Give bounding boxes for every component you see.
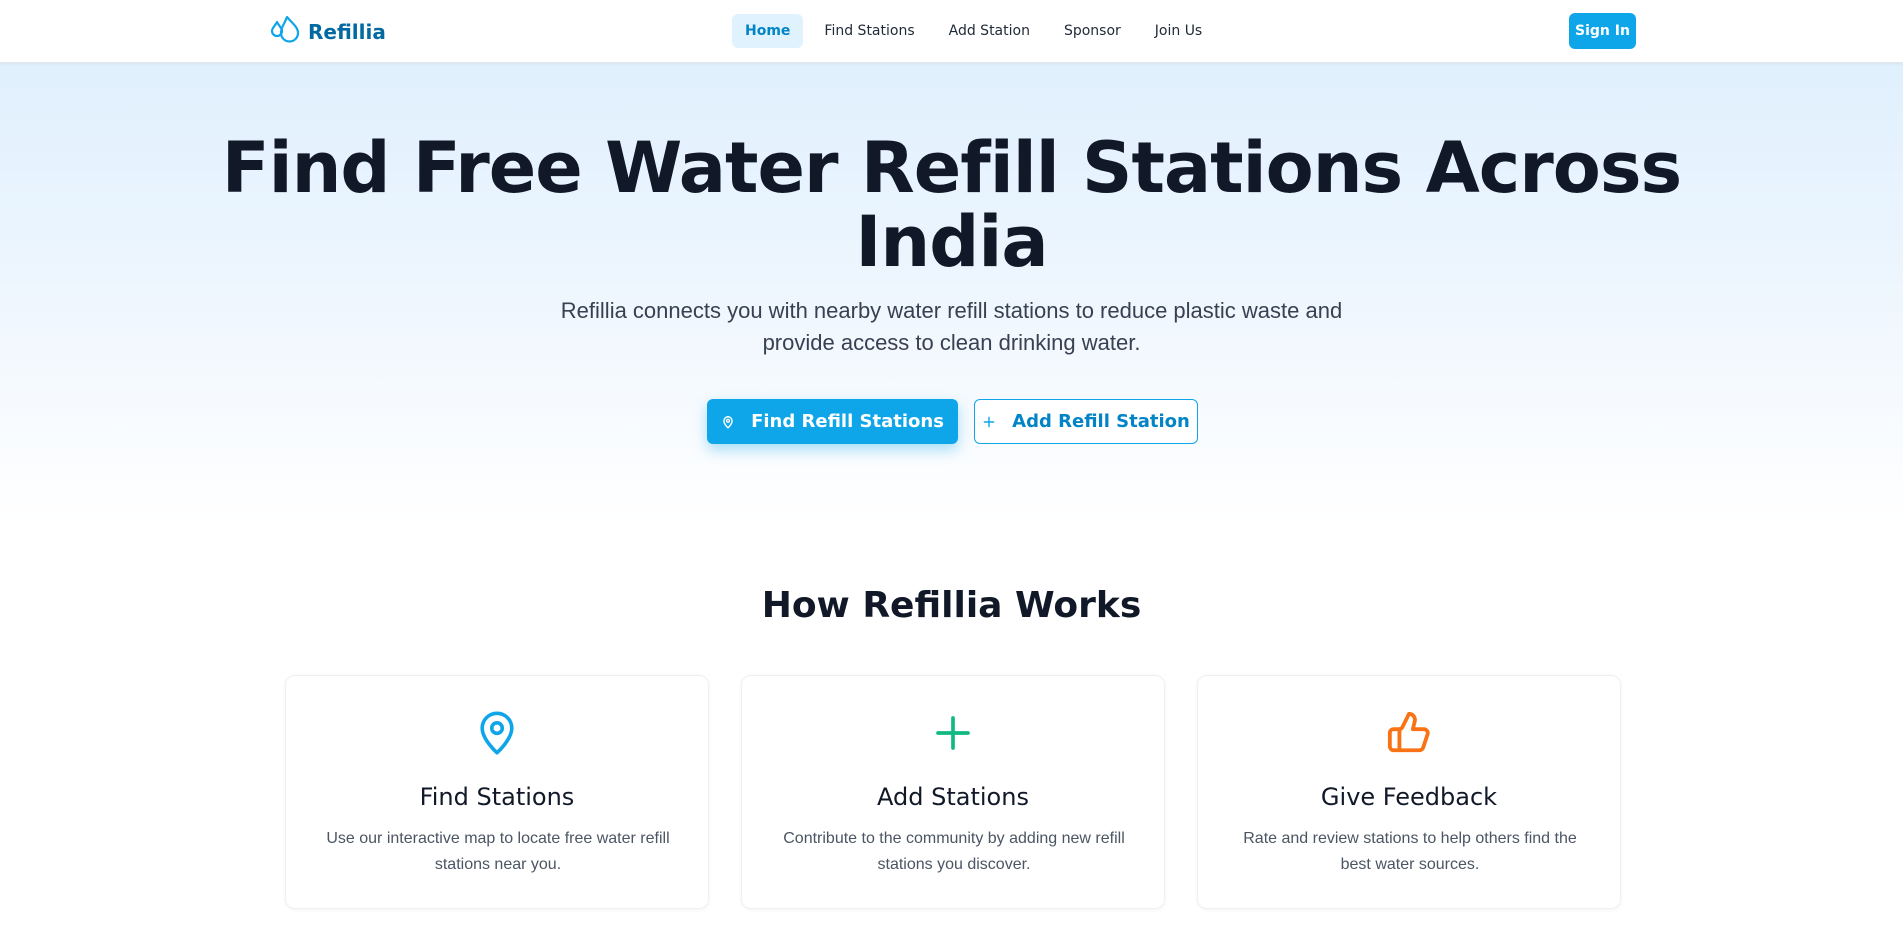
feature-card-description: Use our interactive map to locate free w… — [326, 830, 670, 873]
add-refill-station-label: Add Refill Station — [1012, 411, 1190, 432]
add-refill-station-button[interactable]: Add Refill Station — [974, 399, 1198, 444]
nav-add-station[interactable]: Add Station — [936, 14, 1043, 48]
hero-section: Find Free Water Refill Stations Across I… — [0, 63, 1903, 523]
find-refill-stations-button[interactable]: Find Refill Stations — [707, 399, 958, 444]
feature-card-title: Give Feedback — [1320, 783, 1498, 811]
top-navbar: Refillia Home Find Stations Add Station … — [0, 0, 1903, 63]
hero-title-line-2: India — [855, 201, 1048, 283]
feature-card-add: Add Stations Contribute to the community… — [741, 675, 1165, 909]
sign-in-button[interactable]: Sign In — [1569, 13, 1636, 49]
thumbs-up-icon — [1198, 708, 1620, 758]
feature-card-find: Find Stations Use our interactive map to… — [285, 675, 709, 909]
map-pin-icon — [286, 708, 708, 758]
hero-subtitle: Refillia connects you with nearby water … — [560, 298, 1343, 355]
nav-find-stations[interactable]: Find Stations — [811, 14, 927, 48]
feature-card-title: Find Stations — [419, 783, 575, 811]
plus-icon — [742, 708, 1164, 758]
how-it-works-title: How Refillia Works — [761, 585, 1142, 626]
feature-card-description: Contribute to the community by adding ne… — [783, 830, 1125, 873]
hero-title-line-1: Find Free Water Refill Stations Across — [221, 127, 1682, 209]
brand-logo-link[interactable]: Refillia — [270, 14, 386, 50]
map-pin-icon — [721, 414, 735, 430]
water-drops-icon — [270, 14, 300, 50]
nav-home[interactable]: Home — [732, 14, 804, 48]
feature-cards: Find Stations Use our interactive map to… — [285, 675, 1621, 909]
find-refill-stations-label: Find Refill Stations — [751, 411, 944, 432]
nav-sponsor[interactable]: Sponsor — [1051, 14, 1134, 48]
main-nav: Home Find Stations Add Station Sponsor J… — [732, 13, 1215, 49]
feature-card-title: Add Stations — [877, 783, 1029, 811]
nav-join-us[interactable]: Join Us — [1142, 14, 1215, 48]
plus-icon — [982, 415, 996, 429]
hero-title: Find Free Water Refill Stations Across I… — [0, 131, 1903, 279]
feature-card-feedback: Give Feedback Rate and review stations t… — [1197, 675, 1621, 909]
feature-card-description: Rate and review stations to help others … — [1243, 830, 1577, 873]
brand-name: Refillia — [308, 20, 386, 44]
